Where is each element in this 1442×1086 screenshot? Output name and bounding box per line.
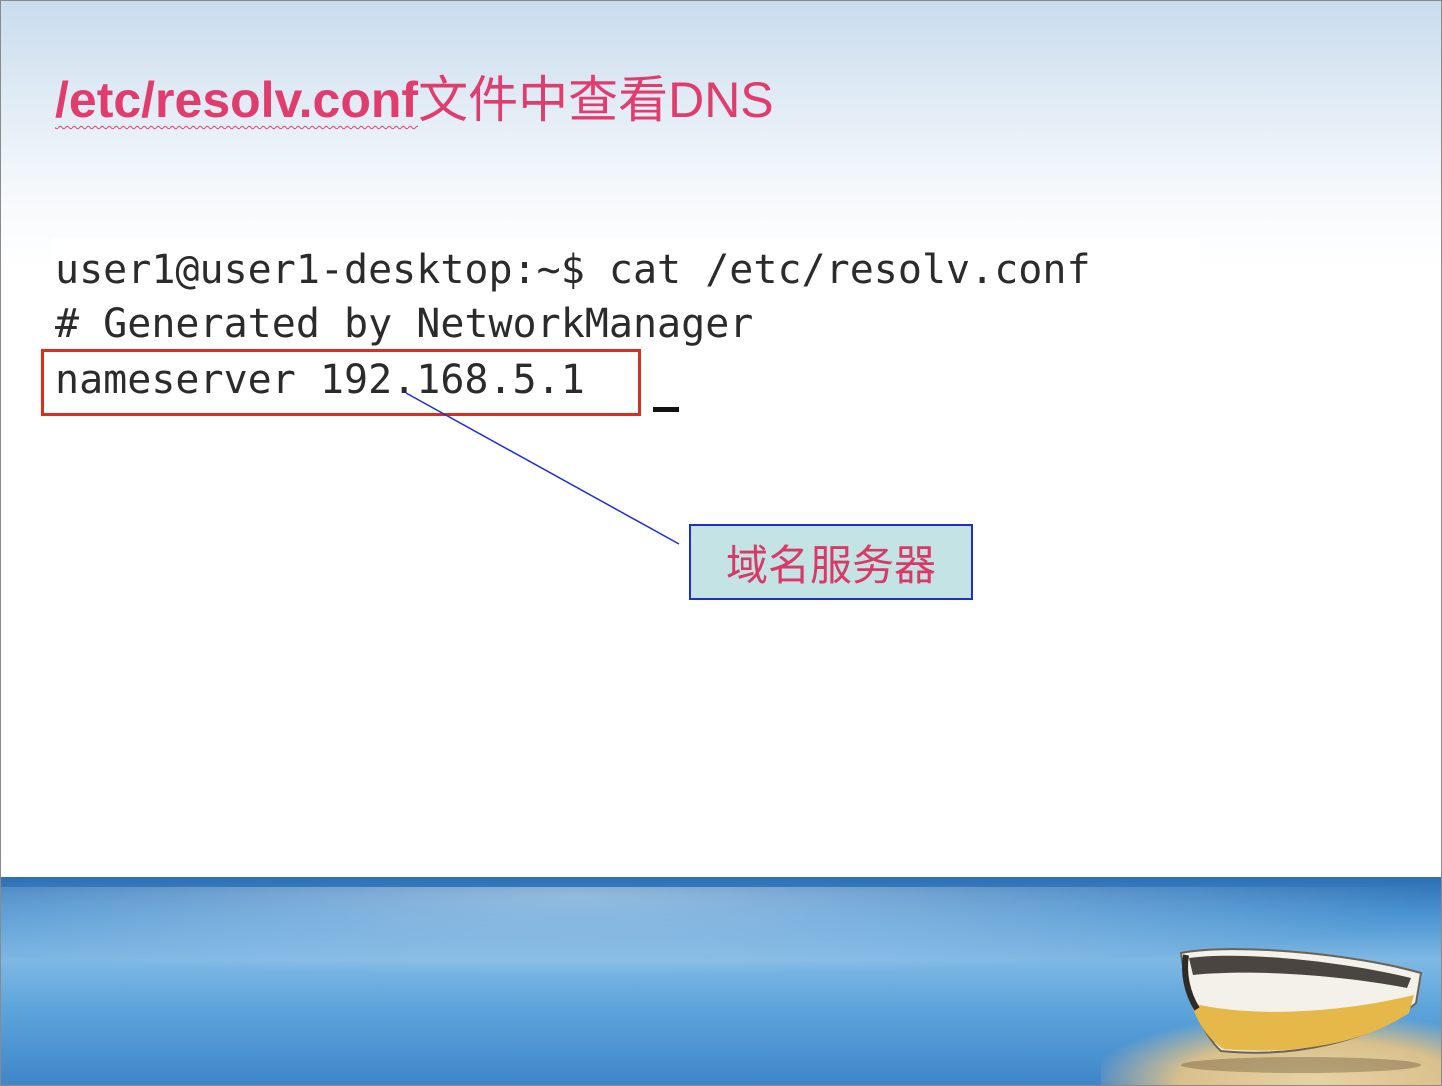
slide-title-text: 文件中查看DNS [418,72,774,128]
boat-illustration [1179,948,1423,1073]
dns-server-callout: 域名服务器 [689,524,973,600]
slide-title-path: /etc/resolv.conf [55,72,419,128]
slide-title: /etc/resolv.conf文件中查看DNS [55,65,774,135]
terminal-cursor [653,407,679,412]
nameserver-highlight-box [41,349,641,416]
slide: /etc/resolv.conf文件中查看DNS user1@user1-des… [0,0,1442,1086]
terminal-comment-line: # Generated by NetworkManager [55,301,754,347]
terminal-command-line: user1@user1-desktop:~$ cat /etc/resolv.c… [55,247,1091,293]
